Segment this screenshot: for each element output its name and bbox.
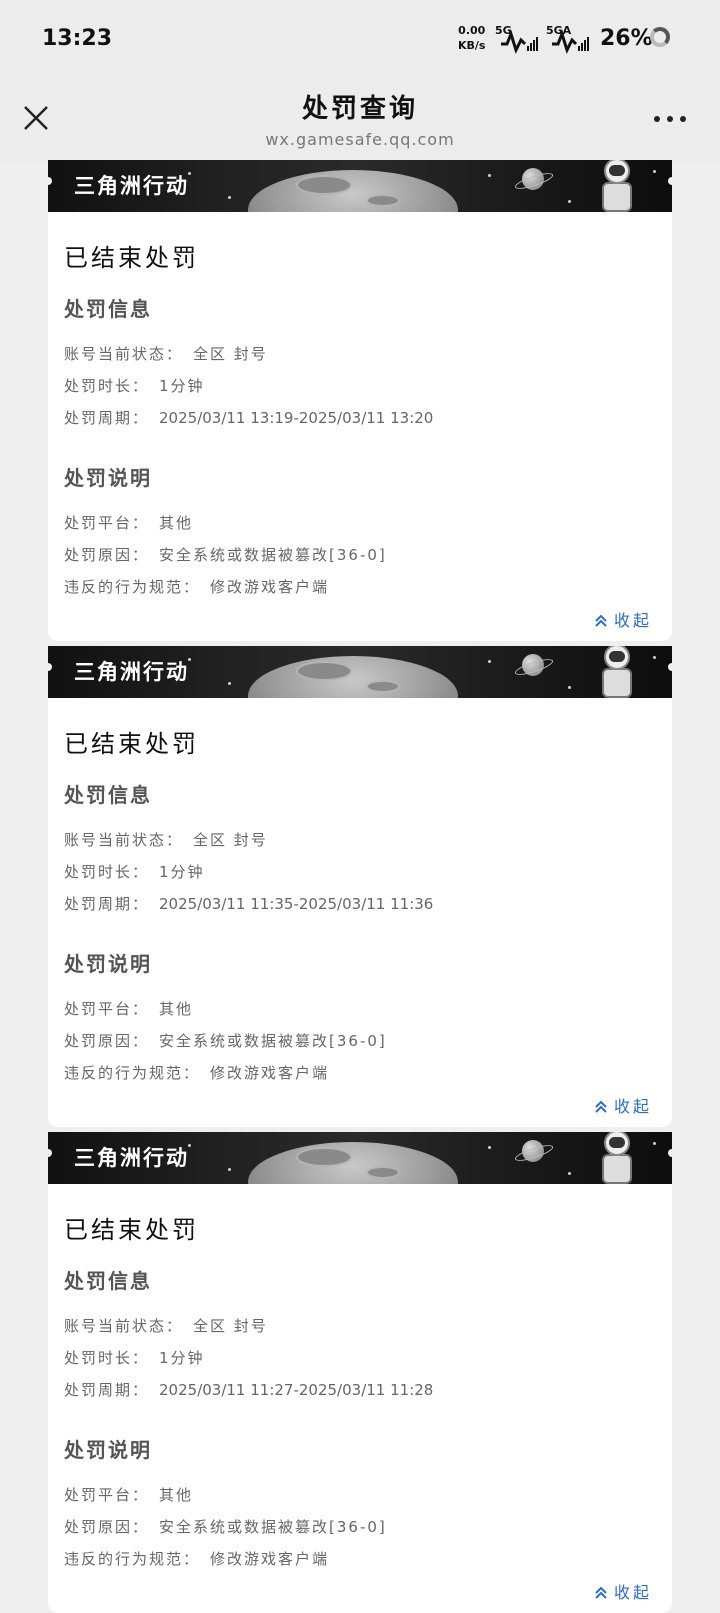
- chevron-up-double-icon: [595, 1586, 607, 1599]
- signal-5ga-icon: 5GA: [546, 24, 602, 56]
- reason-label: 处罚原因：: [64, 546, 150, 564]
- platform-row: 处罚平台： 其他: [64, 993, 656, 1025]
- game-name: 三角洲行动: [74, 174, 189, 198]
- section-penalty-desc: 处罚说明: [64, 1438, 152, 1462]
- period-value: 2025/03/11 11:27-2025/03/11 11:28: [159, 1381, 434, 1399]
- period-label: 处罚周期：: [64, 1381, 150, 1399]
- violation-label: 违反的行为规范：: [64, 578, 201, 596]
- game-banner: 三角洲行动: [48, 1132, 672, 1184]
- section-penalty-info: 处罚信息: [64, 783, 152, 807]
- violation-label: 违反的行为规范：: [64, 1064, 201, 1082]
- astronaut-icon: [596, 1132, 640, 1184]
- duration-label: 处罚时长：: [64, 1349, 150, 1367]
- collapse-label: 收起: [613, 611, 652, 630]
- nav-bar: 处罚查询 wx.gamesafe.qq.com: [0, 80, 720, 162]
- astronaut-icon: [596, 646, 640, 698]
- status-bar: 13:23 0.00 KB/s 5G 5GA 26%: [0, 0, 720, 80]
- platform-label: 处罚平台：: [64, 514, 150, 532]
- account-status-value: 全区 封号: [193, 1317, 268, 1335]
- reason-row: 处罚原因： 安全系统或数据被篡改[36-0]: [64, 539, 656, 571]
- duration-row: 处罚时长： 1分钟: [64, 1342, 656, 1374]
- account-status-value: 全区 封号: [193, 831, 268, 849]
- reason-value: 安全系统或数据被篡改[36-0]: [159, 1032, 387, 1050]
- duration-value: 1分钟: [159, 1349, 205, 1367]
- period-row: 处罚周期： 2025/03/11 11:27-2025/03/11 11:28: [64, 1374, 656, 1406]
- page-title: 处罚查询: [301, 94, 418, 124]
- account-status-row: 账号当前状态： 全区 封号: [64, 338, 656, 370]
- violation-row: 违反的行为规范： 修改游戏客户端: [64, 1057, 656, 1089]
- game-name: 三角洲行动: [74, 660, 189, 684]
- account-status-label: 账号当前状态：: [64, 831, 184, 849]
- violation-value: 修改游戏客户端: [210, 1064, 330, 1082]
- violation-value: 修改游戏客户端: [210, 1550, 330, 1568]
- account-status-label: 账号当前状态：: [64, 1317, 184, 1335]
- chevron-up-double-icon: [595, 1100, 607, 1113]
- collapse-label: 收起: [613, 1097, 652, 1116]
- penalty-card-1: 三角洲行动 已结束处罚 处罚信息 账号当前状态： 全区 封号 处罚时长： 1分钟 处…: [48, 160, 672, 641]
- battery-ring-icon: [650, 27, 670, 47]
- penalty-status: 已结束处罚: [64, 1216, 199, 1244]
- section-penalty-desc: 处罚说明: [64, 466, 152, 490]
- more-icon[interactable]: [652, 116, 688, 126]
- network-speed-value: 0.00: [458, 24, 486, 37]
- status-time: 13:23: [42, 26, 113, 51]
- duration-value: 1分钟: [159, 377, 205, 395]
- duration-row: 处罚时长： 1分钟: [64, 370, 656, 402]
- page-domain: wx.gamesafe.qq.com: [265, 130, 455, 149]
- battery-level: 26%: [600, 26, 653, 51]
- reason-row: 处罚原因： 安全系统或数据被篡改[36-0]: [64, 1511, 656, 1543]
- platform-value: 其他: [159, 1000, 194, 1018]
- reason-label: 处罚原因：: [64, 1518, 150, 1536]
- collapse-button[interactable]: 收起: [594, 1093, 652, 1117]
- penalty-card-2: 三角洲行动 已结束处罚 处罚信息 账号当前状态： 全区 封号 处罚时长： 1分钟 处…: [48, 646, 672, 1127]
- section-penalty-info: 处罚信息: [64, 1269, 152, 1293]
- period-row: 处罚周期： 2025/03/11 13:19-2025/03/11 13:20: [64, 402, 656, 434]
- section-penalty-info: 处罚信息: [64, 297, 152, 321]
- duration-row: 处罚时长： 1分钟: [64, 856, 656, 888]
- penalty-status: 已结束处罚: [64, 244, 199, 272]
- violation-row: 违反的行为规范： 修改游戏客户端: [64, 1543, 656, 1575]
- period-value: 2025/03/11 11:35-2025/03/11 11:36: [159, 895, 434, 913]
- collapse-label: 收起: [613, 1583, 652, 1602]
- platform-value: 其他: [159, 1486, 194, 1504]
- duration-label: 处罚时长：: [64, 377, 150, 395]
- platform-row: 处罚平台： 其他: [64, 1479, 656, 1511]
- duration-value: 1分钟: [159, 863, 205, 881]
- game-banner: 三角洲行动: [48, 160, 672, 212]
- section-penalty-desc: 处罚说明: [64, 952, 152, 976]
- game-banner: 三角洲行动: [48, 646, 672, 698]
- astronaut-icon: [596, 160, 640, 212]
- account-status-row: 账号当前状态： 全区 封号: [64, 824, 656, 856]
- reason-value: 安全系统或数据被篡改[36-0]: [159, 546, 387, 564]
- reason-label: 处罚原因：: [64, 1032, 150, 1050]
- account-status-value: 全区 封号: [193, 345, 268, 363]
- collapse-button[interactable]: 收起: [594, 607, 652, 631]
- game-name: 三角洲行动: [74, 1146, 189, 1170]
- period-label: 处罚周期：: [64, 409, 150, 427]
- collapse-button[interactable]: 收起: [594, 1579, 652, 1603]
- period-row: 处罚周期： 2025/03/11 11:35-2025/03/11 11:36: [64, 888, 656, 920]
- network-speed: 0.00 KB/s: [458, 23, 485, 53]
- reason-value: 安全系统或数据被篡改[36-0]: [159, 1518, 387, 1536]
- chevron-up-double-icon: [595, 614, 607, 627]
- account-status-label: 账号当前状态：: [64, 345, 184, 363]
- account-status-row: 账号当前状态： 全区 封号: [64, 1310, 656, 1342]
- signal-5g-icon: 5G: [495, 24, 551, 56]
- platform-row: 处罚平台： 其他: [64, 507, 656, 539]
- platform-label: 处罚平台：: [64, 1000, 150, 1018]
- penalty-card-3: 三角洲行动 已结束处罚 处罚信息 账号当前状态： 全区 封号 处罚时长： 1分钟 处…: [48, 1132, 672, 1613]
- violation-value: 修改游戏客户端: [210, 578, 330, 596]
- network-speed-unit: KB/s: [458, 39, 486, 52]
- violation-row: 违反的行为规范： 修改游戏客户端: [64, 571, 656, 603]
- period-label: 处罚周期：: [64, 895, 150, 913]
- duration-label: 处罚时长：: [64, 863, 150, 881]
- period-value: 2025/03/11 13:19-2025/03/11 13:20: [159, 409, 434, 427]
- violation-label: 违反的行为规范：: [64, 1550, 201, 1568]
- reason-row: 处罚原因： 安全系统或数据被篡改[36-0]: [64, 1025, 656, 1057]
- platform-label: 处罚平台：: [64, 1486, 150, 1504]
- penalty-status: 已结束处罚: [64, 730, 199, 758]
- platform-value: 其他: [159, 514, 194, 532]
